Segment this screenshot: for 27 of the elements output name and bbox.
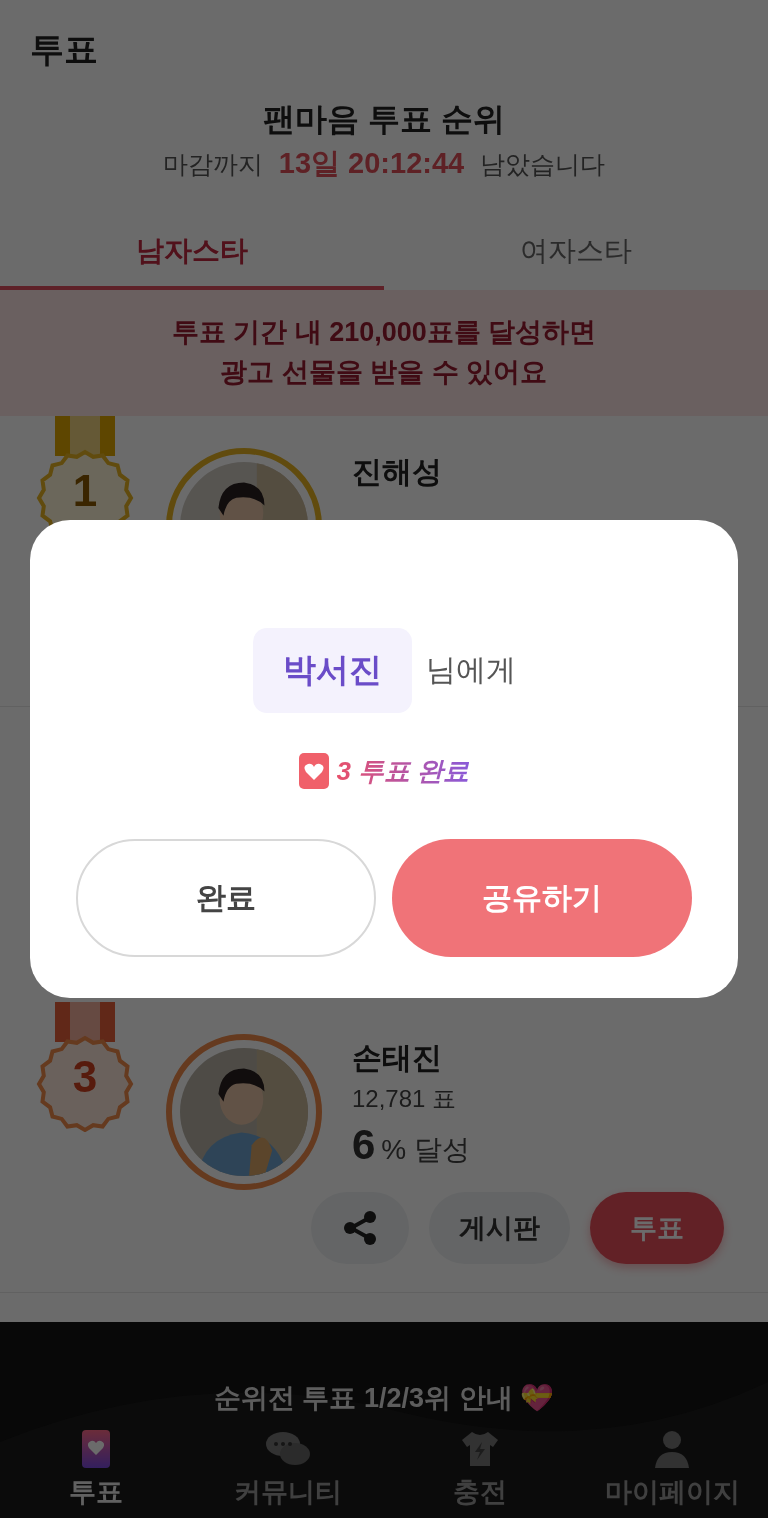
vote-count: 12,781 표 [352,1084,458,1114]
rank-number: 1 [71,466,99,516]
done-button[interactable]: 완료 [76,839,376,957]
share-icon [343,1211,377,1245]
banner-title: 순위전 투표 1/2/3위 안내 💝 [212,1382,556,1415]
star-name: 손태진 [352,1040,443,1076]
percent-value: 6 [352,1121,376,1169]
rank-number: 3 [71,1052,99,1102]
goal-notice: 투표 기간 내 210,000표를 달성하면 광고 선물을 받을 수 있어요 [0,290,768,416]
ranking-title: 팬마음 투표 순위 [262,100,506,139]
countdown-suffix: 남았습니다 [480,149,606,180]
percent-label: % 달성 [381,1133,471,1167]
tab[interactable]: 여자스타 [384,216,768,290]
board-button[interactable]: 게시판 [429,1192,570,1264]
nav-item[interactable]: 투표 [0,1418,192,1518]
vote-button[interactable]: 투표 [590,1192,724,1264]
countdown-time: 13일 20:12:44 [278,146,465,181]
recipient-name: 박서진 [252,628,412,713]
countdown-prefix: 마감까지 [162,149,263,180]
star-name: 진해성 [352,454,442,490]
recipient-suffix: 님에게 [425,652,516,688]
heart-card-icon [82,1430,110,1468]
shirt-bolt-icon [460,1430,500,1468]
share-button[interactable]: 공유하기 [392,839,692,957]
page-title: 투표 [30,29,98,70]
chat-icon [265,1430,311,1468]
person-icon [655,1430,689,1468]
